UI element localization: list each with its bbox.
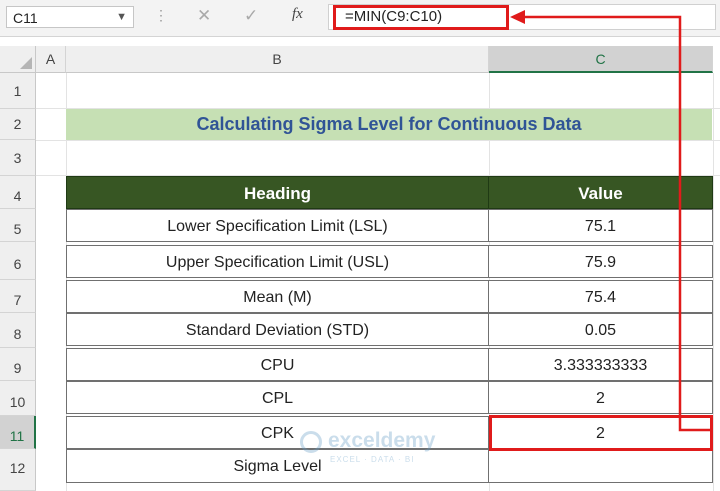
select-all-corner[interactable] xyxy=(0,46,36,73)
watermark-tagline: EXCEL · DATA · BI xyxy=(330,455,415,464)
select-all-triangle xyxy=(20,57,32,69)
enter-icon[interactable]: ✓ xyxy=(244,6,258,26)
row-header-10[interactable]: 10 xyxy=(0,381,36,416)
row-header-1[interactable]: 1 xyxy=(0,73,36,109)
row-header-7[interactable]: 7 xyxy=(0,280,36,313)
table-cell-heading[interactable]: Lower Specification Limit (LSL) xyxy=(66,209,489,242)
exceldemy-logo-icon xyxy=(300,431,322,453)
table-cell-value[interactable]: 3.333333333 xyxy=(488,348,713,381)
table-cell-value[interactable]: 2 xyxy=(488,381,713,414)
cancel-icon[interactable]: ✕ xyxy=(197,6,211,26)
column-header-b[interactable]: B xyxy=(66,46,489,73)
watermark-logo: exceldemy EXCEL · DATA · BI xyxy=(300,429,460,469)
table-cell-value[interactable]: 75.9 xyxy=(488,245,713,278)
more-options-icon[interactable]: ⋮ xyxy=(154,7,168,24)
table-cell-heading[interactable]: Upper Specification Limit (USL) xyxy=(66,245,489,278)
column-header-c[interactable]: C xyxy=(489,46,713,73)
table-cell-heading[interactable]: CPL xyxy=(66,381,489,414)
row-header-12[interactable]: 12 xyxy=(0,449,36,491)
gridline xyxy=(713,73,714,491)
chevron-down-icon[interactable]: ▼ xyxy=(116,11,127,23)
row-header-4[interactable]: 4 xyxy=(0,176,36,209)
table-cell-value[interactable]: 0.05 xyxy=(488,313,713,346)
gridline xyxy=(36,140,720,141)
watermark-brand: exceldemy xyxy=(328,429,436,452)
formula-highlight-box xyxy=(333,5,509,30)
row-header-8[interactable]: 8 xyxy=(0,313,36,348)
selected-cell-highlight-box xyxy=(489,415,713,451)
table-cell-value[interactable]: 75.1 xyxy=(488,209,713,242)
table-cell-heading[interactable]: Mean (M) xyxy=(66,280,489,313)
name-box-value: C11 xyxy=(13,10,38,26)
name-box[interactable]: C11 ▼ xyxy=(6,6,134,28)
insert-function-icon[interactable]: fx xyxy=(292,6,303,23)
row-header-2[interactable]: 2 xyxy=(0,109,36,140)
table-header-heading[interactable]: Heading xyxy=(66,176,489,209)
row-header-6[interactable]: 6 xyxy=(0,242,36,280)
row-header-3[interactable]: 3 xyxy=(0,140,36,176)
row-header-9[interactable]: 9 xyxy=(0,348,36,381)
column-header-a[interactable]: A xyxy=(36,46,66,73)
table-cell-value[interactable]: 75.4 xyxy=(488,280,713,313)
row-header-11[interactable]: 11 xyxy=(0,416,36,449)
row-header-5[interactable]: 5 xyxy=(0,209,36,242)
table-cell-value[interactable] xyxy=(488,449,713,483)
table-header-value[interactable]: Value xyxy=(488,176,713,209)
formula-bar: C11 ▼ ⋮ ✕ ✓ fx =MIN(C9:C10) xyxy=(0,0,720,37)
table-cell-heading[interactable]: CPU xyxy=(66,348,489,381)
sheet-title[interactable]: Calculating Sigma Level for Continuous D… xyxy=(66,109,712,140)
table-cell-heading[interactable]: Standard Deviation (STD) xyxy=(66,313,489,346)
